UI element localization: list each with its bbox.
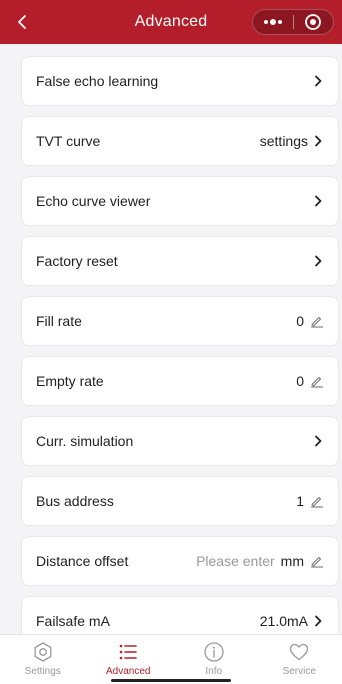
target-circle-icon <box>305 14 322 30</box>
heart-icon <box>290 643 309 661</box>
row-unit: mm <box>280 553 304 569</box>
tab-advanced[interactable]: Advanced <box>86 635 172 684</box>
tab-label: Info <box>205 666 223 677</box>
row-failsafe-ma[interactable]: Failsafe mA 21.0mA <box>21 596 339 634</box>
row-bus-address[interactable]: Bus address 1 <box>21 476 339 526</box>
chevron-right-icon <box>314 74 324 88</box>
settings-hexagon-icon <box>34 642 52 662</box>
row-label: TVT curve <box>36 133 101 149</box>
page-title: Advanced <box>134 13 208 30</box>
row-factory-reset[interactable]: Factory reset <box>21 236 339 286</box>
row-value: 21.0mA <box>259 613 308 629</box>
row-label: Failsafe mA <box>36 613 110 629</box>
row-label: Empty rate <box>36 373 104 389</box>
chevron-right-icon <box>314 134 324 148</box>
more-dots-icon <box>263 19 282 25</box>
edit-pencil-icon[interactable] <box>310 374 324 388</box>
chevron-right-icon <box>314 194 324 208</box>
chevron-right-icon <box>314 434 324 448</box>
edit-pencil-icon[interactable] <box>310 494 324 508</box>
info-circle-icon <box>204 642 224 662</box>
row-label: Curr. simulation <box>36 433 134 449</box>
row-label: False echo learning <box>36 73 159 89</box>
chevron-right-icon <box>314 614 324 628</box>
close-miniprogram-button[interactable] <box>294 10 334 34</box>
more-button[interactable] <box>253 10 293 34</box>
row-false-echo-learning[interactable]: False echo learning <box>21 56 339 106</box>
edit-pencil-icon[interactable] <box>310 554 324 568</box>
row-value: 0 <box>296 373 304 389</box>
row-value: 0 <box>296 313 304 329</box>
row-tvt-curve[interactable]: TVT curve settings <box>21 116 339 166</box>
distance-offset-input[interactable]: Please enter <box>196 553 275 569</box>
settings-list: False echo learning TVT curve settings E… <box>0 44 342 634</box>
tab-settings[interactable]: Settings <box>0 635 86 684</box>
row-distance-offset[interactable]: Distance offset Please enter mm <box>21 536 339 586</box>
edit-pencil-icon[interactable] <box>310 314 324 328</box>
tab-label: Settings <box>24 666 61 677</box>
back-button[interactable] <box>8 8 36 36</box>
row-label: Fill rate <box>36 313 82 329</box>
row-curr-simulation[interactable]: Curr. simulation <box>21 416 339 466</box>
header-bar: Advanced <box>0 0 342 44</box>
chevron-left-icon <box>18 15 26 29</box>
tab-info[interactable]: Info <box>171 635 257 684</box>
bottom-tab-bar: Settings Advanced Info Service <box>0 634 342 684</box>
row-label: Echo curve viewer <box>36 193 151 209</box>
tab-label: Service <box>282 666 316 677</box>
tab-label: Advanced <box>106 666 151 677</box>
row-value: settings <box>259 133 308 149</box>
row-empty-rate[interactable]: Empty rate 0 <box>21 356 339 406</box>
row-echo-curve-viewer[interactable]: Echo curve viewer <box>21 176 339 226</box>
row-fill-rate[interactable]: Fill rate 0 <box>21 296 339 346</box>
row-label: Factory reset <box>36 253 118 269</box>
miniprogram-capsule <box>252 9 334 35</box>
list-icon <box>119 644 138 660</box>
tab-service[interactable]: Service <box>257 635 342 684</box>
row-value: 1 <box>296 493 304 509</box>
row-label: Bus address <box>36 493 114 509</box>
home-indicator <box>111 679 231 682</box>
row-label: Distance offset <box>36 553 129 569</box>
chevron-right-icon <box>314 254 324 268</box>
